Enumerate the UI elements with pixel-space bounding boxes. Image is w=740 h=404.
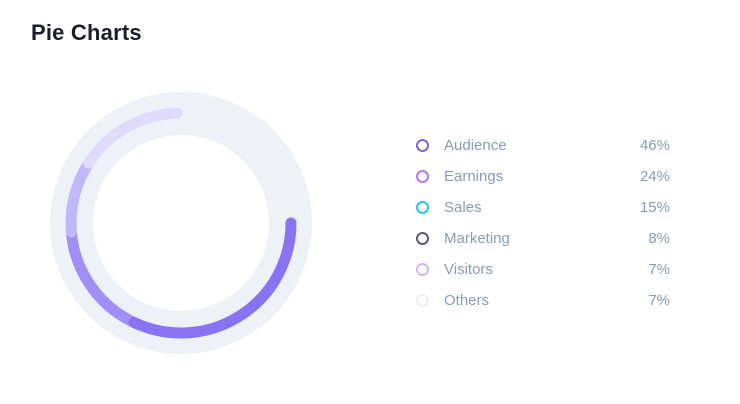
legend-item-earnings: Earnings 24% [416, 161, 670, 192]
legend-label: Sales [444, 199, 482, 216]
legend-marker-sales-icon [416, 201, 429, 214]
legend-marker-visitors-icon [416, 263, 429, 276]
legend-value: 15% [639, 199, 670, 216]
donut-chart [50, 92, 312, 354]
legend-value: 8% [648, 230, 670, 247]
legend-marker-audience-icon [416, 139, 429, 152]
legend-value: 7% [648, 261, 670, 278]
legend-item-visitors: Visitors 7% [416, 254, 670, 285]
legend-value: 24% [639, 168, 670, 185]
legend-label: Others [444, 292, 490, 309]
donut-inner-hole [93, 135, 269, 311]
chart-legend: Audience 46% Earnings 24% Sales 15% Mark… [416, 130, 670, 316]
legend-label: Earnings [444, 168, 504, 185]
legend-value: 46% [639, 137, 670, 154]
legend-item-marketing: Marketing 8% [416, 223, 670, 254]
chart-title: Pie Charts [31, 20, 142, 45]
legend-marker-others-icon [416, 294, 429, 307]
legend-marker-earnings-icon [416, 170, 429, 183]
legend-item-audience: Audience 46% [416, 130, 670, 161]
legend-marker-marketing-icon [416, 232, 429, 245]
legend-item-sales: Sales 15% [416, 192, 670, 223]
legend-value: 7% [648, 292, 670, 309]
legend-label: Marketing [444, 230, 510, 247]
legend-item-others: Others 7% [416, 285, 670, 316]
legend-label: Visitors [444, 261, 493, 278]
legend-label: Audience [444, 137, 507, 154]
